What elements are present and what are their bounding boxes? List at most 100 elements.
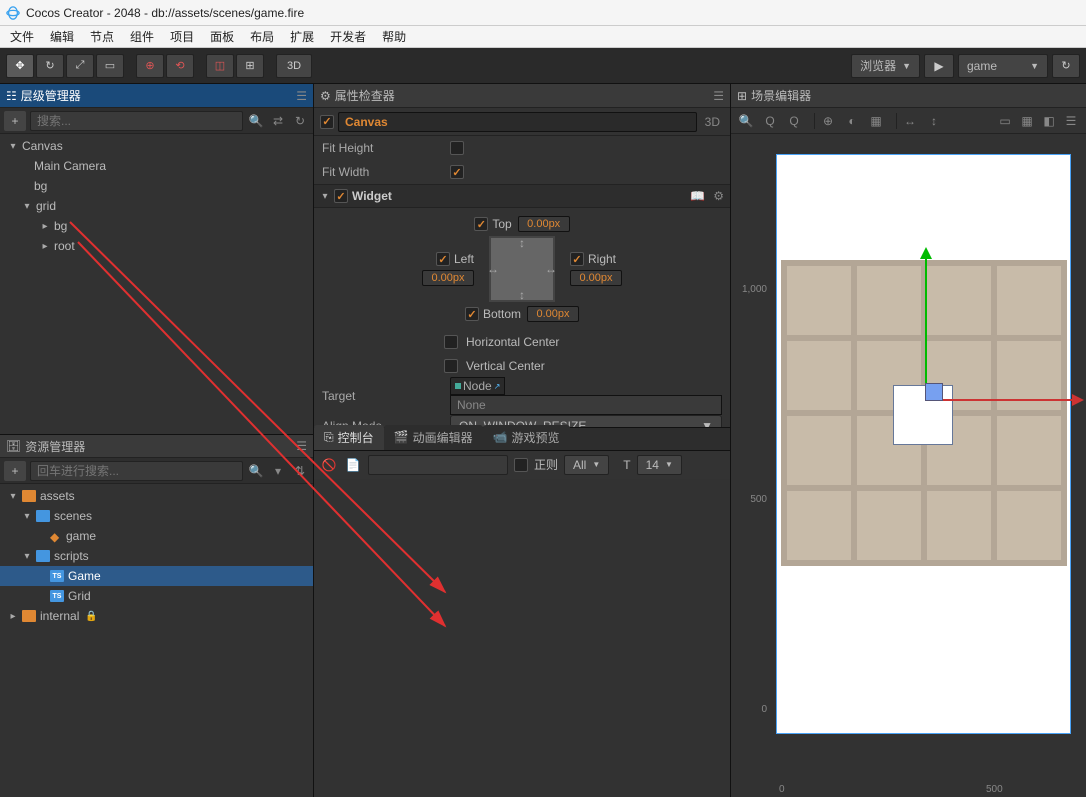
selected-node-box[interactable] (893, 385, 953, 445)
target-value[interactable]: None (450, 395, 722, 415)
hc-checkbox[interactable] (444, 335, 458, 349)
bottom-value[interactable]: 0.00px (527, 306, 579, 322)
main-toolbar: ✥ ↻ ⤢ ▭ ⊕ ⟲ ◫ ⊞ 3D 浏览器▼ ▶ game▼ ↻ (0, 48, 1086, 84)
widget-enabled-checkbox[interactable] (334, 189, 348, 203)
console-doc-button[interactable]: 📄 (344, 456, 362, 474)
zoom-in-button[interactable]: 🔍 (735, 111, 757, 131)
scene-btn-5[interactable]: ↕ (923, 111, 945, 131)
gear-icon[interactable]: ⚙ (713, 189, 724, 203)
local-button[interactable]: ⟲ (166, 54, 194, 78)
scene-btn-r4[interactable]: ☰ (1060, 111, 1082, 131)
tree-node-bg[interactable]: bg (0, 176, 313, 196)
tree-node-grid[interactable]: ▾grid (0, 196, 313, 216)
browser-dropdown[interactable]: 浏览器▼ (851, 54, 920, 78)
left-value[interactable]: 0.00px (422, 270, 474, 286)
node-enabled-checkbox[interactable] (320, 115, 334, 129)
gizmo-center[interactable] (925, 383, 943, 401)
help-icon[interactable]: 📖 (690, 189, 705, 203)
scene-btn-r3[interactable]: ◧ (1038, 111, 1060, 131)
node-name-input[interactable] (338, 112, 697, 132)
tab-anim-editor[interactable]: 🎬动画编辑器 (384, 425, 483, 450)
collapse-icon[interactable]: ⇄ (269, 112, 287, 130)
menu-component[interactable]: 组件 (124, 26, 160, 47)
asset-scenes[interactable]: ▾scenes (0, 506, 313, 526)
align-button-1[interactable]: ◫ (206, 54, 234, 78)
fit-height-checkbox[interactable] (450, 141, 464, 155)
console-clear-button[interactable]: 🚫 (320, 456, 338, 474)
align-button-2[interactable]: ⊞ (236, 54, 264, 78)
console-filter-input[interactable] (368, 455, 508, 475)
menu-layout[interactable]: 布局 (244, 26, 280, 47)
scene-viewport[interactable]: 1,000 500 0 0 500 (731, 134, 1086, 797)
right-checkbox[interactable] (570, 252, 584, 266)
menu-panel[interactable]: 面板 (204, 26, 240, 47)
vc-checkbox[interactable] (444, 359, 458, 373)
refresh-button[interactable]: ↻ (1052, 54, 1080, 78)
play-button[interactable]: ▶ (924, 54, 954, 78)
scene-btn-3[interactable]: ▦ (865, 111, 887, 131)
top-value[interactable]: 0.00px (518, 216, 570, 232)
asset-game-scene[interactable]: ◆game (0, 526, 313, 546)
canvas-preview[interactable] (776, 154, 1071, 734)
gizmo-y-axis[interactable] (925, 251, 927, 401)
hierarchy-title: 层级管理器 (21, 87, 81, 104)
console-level-dropdown[interactable]: All▼ (564, 455, 609, 475)
asset-script-grid[interactable]: TSGrid (0, 586, 313, 606)
asset-assets[interactable]: ▾assets (0, 486, 313, 506)
scene-btn-r2[interactable]: ▦ (1016, 111, 1038, 131)
asset-scripts[interactable]: ▾scripts (0, 546, 313, 566)
tree-node-camera[interactable]: Main Camera (0, 156, 313, 176)
tree-node-grid-root[interactable]: ▸root (0, 236, 313, 256)
mode-3d-button[interactable]: 3D (276, 54, 312, 78)
tab-console[interactable]: ⎘控制台 (314, 425, 384, 450)
menu-developer[interactable]: 开发者 (324, 26, 372, 47)
scene-btn-1[interactable]: ⊕ (817, 111, 839, 131)
scene-btn-r1[interactable]: ▭ (994, 111, 1016, 131)
menu-file[interactable]: 文件 (4, 26, 40, 47)
tree-node-canvas[interactable]: ▾Canvas (0, 136, 313, 156)
assets-search-input[interactable] (30, 461, 243, 481)
assets-sort-icon[interactable]: ⇅ (291, 462, 309, 480)
scene-btn-2[interactable]: ◐ (841, 111, 863, 131)
pivot-button[interactable]: ⊕ (136, 54, 164, 78)
console-font-dropdown[interactable]: 14▼ (637, 455, 682, 475)
regex-checkbox[interactable] (514, 458, 528, 472)
inspector-menu-icon[interactable]: ☰ (713, 89, 724, 103)
assets-search-icon[interactable]: 🔍 (247, 462, 265, 480)
hierarchy-menu-icon[interactable]: ☰ (296, 89, 307, 103)
target-label: Target (322, 389, 442, 403)
refresh-icon[interactable]: ↻ (291, 112, 309, 130)
asset-script-game[interactable]: TSGame (0, 566, 313, 586)
scene-btn-4[interactable]: ↔ (899, 111, 921, 131)
menu-node[interactable]: 节点 (84, 26, 120, 47)
menu-project[interactable]: 项目 (164, 26, 200, 47)
assets-menu-icon[interactable]: ☰ (296, 439, 307, 453)
bottom-checkbox[interactable] (465, 307, 479, 321)
top-checkbox[interactable] (474, 217, 488, 231)
search-icon[interactable]: 🔍 (247, 112, 265, 130)
right-value[interactable]: 0.00px (570, 270, 622, 286)
assets-add-button[interactable]: + (4, 461, 26, 481)
fit-width-checkbox[interactable] (450, 165, 464, 179)
widget-header[interactable]: ▾ Widget 📖⚙ (314, 184, 730, 208)
scale-tool-button[interactable]: ⤢ (66, 54, 94, 78)
menu-extension[interactable]: 扩展 (284, 26, 320, 47)
rotate-tool-button[interactable]: ↻ (36, 54, 64, 78)
tab-game-preview[interactable]: 📹游戏预览 (483, 425, 570, 450)
assets-filter-icon[interactable]: ▾ (269, 462, 287, 480)
zoom-fit-button[interactable]: Q (783, 111, 805, 131)
hierarchy-search-input[interactable] (30, 111, 243, 131)
ruler-vertical: 1,000 500 0 (731, 134, 771, 797)
tree-node-grid-bg[interactable]: ▸bg (0, 216, 313, 236)
move-tool-button[interactable]: ✥ (6, 54, 34, 78)
left-checkbox[interactable] (436, 252, 450, 266)
menu-help[interactable]: 帮助 (376, 26, 412, 47)
title-bar: Cocos Creator - 2048 - db://assets/scene… (0, 0, 1086, 26)
zoom-out-button[interactable]: Q (759, 111, 781, 131)
gizmo-x-axis[interactable] (925, 399, 1080, 401)
scene-dropdown[interactable]: game▼ (958, 54, 1048, 78)
hierarchy-add-button[interactable]: + (4, 111, 26, 131)
asset-internal[interactable]: ▸internal🔒 (0, 606, 313, 626)
rect-tool-button[interactable]: ▭ (96, 54, 124, 78)
menu-edit[interactable]: 编辑 (44, 26, 80, 47)
